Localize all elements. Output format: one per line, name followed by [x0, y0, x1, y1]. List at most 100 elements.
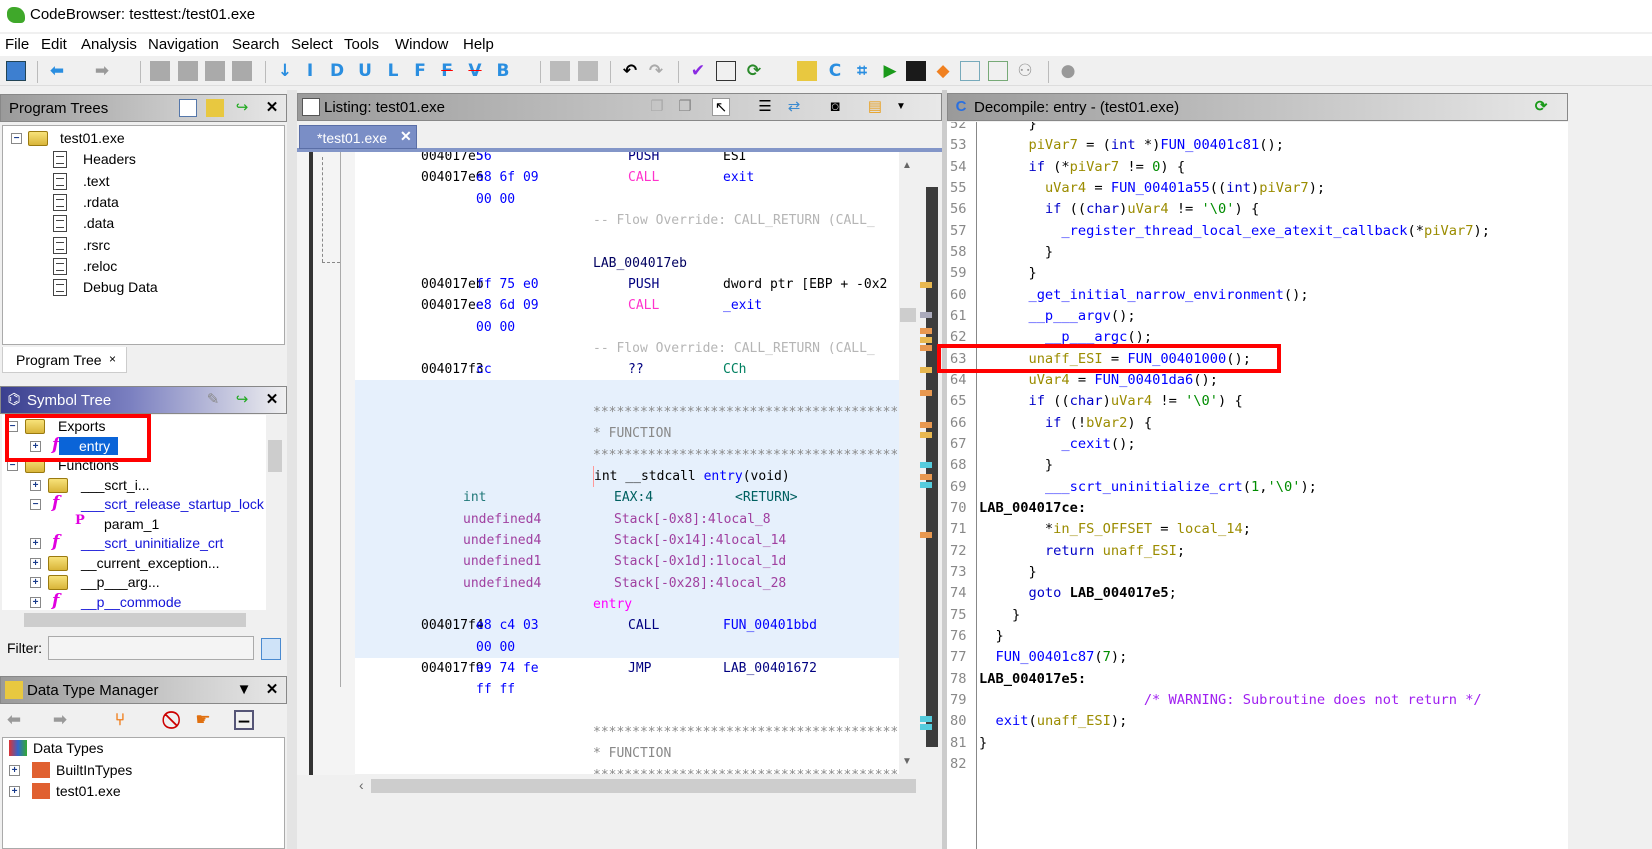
refresh-icon[interactable]: ⟳: [1532, 98, 1550, 116]
cursor-select-icon[interactable]: ↖: [712, 98, 730, 116]
forward-arrow-icon[interactable]: ➡: [50, 710, 70, 730]
decompile-icon[interactable]: C: [825, 61, 845, 81]
symbol-tree-item[interactable]: ___scrt_uninitialize_crt: [81, 534, 223, 552]
menu-navigation[interactable]: Navigation: [148, 36, 219, 53]
collapse-all-icon[interactable]: −: [234, 710, 254, 732]
back-arrow-icon[interactable]: ⬅: [47, 61, 67, 81]
network-icon[interactable]: ⚇: [1015, 61, 1035, 81]
code-line[interactable]: 60 _get_initial_narrow_environment();: [947, 285, 1567, 306]
operand[interactable]: _exit: [723, 295, 762, 316]
format-icon[interactable]: ▤: [866, 98, 884, 116]
navigate-icon[interactable]: ↪: [233, 391, 251, 409]
listing-row[interactable]: LAB_004017eb: [355, 253, 899, 274]
expand-icon[interactable]: +: [9, 786, 20, 797]
run-script-icon[interactable]: ▶: [880, 61, 900, 81]
check-icon[interactable]: ✔: [688, 61, 708, 81]
symbol-tree-item[interactable]: param_1: [104, 515, 159, 533]
listing-vscrollbar[interactable]: ▲ ▼: [899, 152, 917, 775]
code-line[interactable]: 72 return unaff_ESI;: [947, 541, 1567, 562]
tree-item[interactable]: .text: [83, 172, 109, 190]
menu-analysis[interactable]: Analysis: [81, 36, 137, 53]
next-instruction-icon[interactable]: I: [300, 61, 320, 81]
listing-row[interactable]: * FUNCTION: [355, 423, 899, 444]
operand[interactable]: FUN_00401bbd: [723, 615, 817, 636]
code-line[interactable]: 81}: [947, 733, 1567, 754]
paste-icon[interactable]: ❐: [676, 98, 694, 116]
paste-icon[interactable]: [578, 61, 598, 81]
listing-row[interactable]: -- Flow Override: CALL_RETURN (CALL_: [355, 338, 899, 359]
listing-row[interactable]: 004017f9 e9 74 fe JMP LAB_00401672: [355, 658, 899, 679]
listing-row[interactable]: * FUNCTION: [355, 743, 899, 764]
cut-icon[interactable]: [550, 61, 570, 81]
code-line[interactable]: 74 goto LAB_004017e5;: [947, 583, 1567, 604]
code-line[interactable]: 59 }: [947, 263, 1567, 284]
expand-icon[interactable]: +: [9, 764, 20, 776]
open-folder-icon[interactable]: [206, 99, 224, 117]
listing-row[interactable]: ****************************************…: [355, 445, 899, 466]
listing-row[interactable]: undefined4 Stack[-0x8]:4 local_8: [355, 509, 899, 530]
symbol-tree-item[interactable]: __p___arg...: [81, 573, 160, 591]
code-line[interactable]: 69 ___scrt_uninitialize_crt(1,'\0');: [947, 477, 1567, 498]
tree-item[interactable]: .data: [83, 214, 114, 232]
symbol-tree-hscrollbar[interactable]: [2, 610, 284, 630]
undo-icon[interactable]: ↶: [620, 61, 640, 81]
menu-tools[interactable]: Tools: [344, 36, 379, 53]
listing-row[interactable]: 004017eb ff 75 e0 PUSH dword ptr [EBP + -0x…: [355, 274, 899, 295]
copy-icon[interactable]: ❐: [648, 98, 666, 116]
bytes-icon[interactable]: [716, 61, 736, 81]
tree-item[interactable]: test01.exe: [60, 129, 125, 147]
next-bookmark-icon[interactable]: B: [493, 61, 513, 81]
listing-row[interactable]: [355, 701, 899, 722]
code-line[interactable]: 55 uVar4 = FUN_00401a55((int)piVar7);: [947, 178, 1567, 199]
next-function-icon[interactable]: [178, 61, 198, 81]
code-line[interactable]: 53 piVar7 = (int *)FUN_00401c81();: [947, 135, 1567, 156]
collapse-icon[interactable]: −: [30, 499, 41, 510]
listing-row[interactable]: 00 00: [355, 637, 899, 658]
listing-row[interactable]: int __stdcall entry(void): [355, 465, 899, 487]
filter-input[interactable]: [48, 636, 254, 660]
menu-select[interactable]: Select: [291, 36, 333, 53]
code-line[interactable]: 61 __p___argv();: [947, 306, 1567, 327]
menu-help[interactable]: Help: [463, 36, 494, 53]
code-line[interactable]: 77 FUN_00401c87(7);: [947, 647, 1567, 668]
terminal-icon[interactable]: [906, 61, 926, 81]
code-line[interactable]: 82: [947, 754, 1567, 775]
operand[interactable]: ESI: [723, 152, 746, 167]
code-line[interactable]: 80 exit(unaff_ESI);: [947, 711, 1567, 732]
menu-search[interactable]: Search: [232, 36, 280, 53]
menu-file[interactable]: File: [5, 36, 29, 53]
tab-program-tree[interactable]: Program Tree ×: [2, 347, 127, 373]
edit-icon[interactable]: ✎: [204, 391, 222, 409]
listing-row[interactable]: -- Flow Override: CALL_RETURN (CALL_: [355, 210, 899, 231]
new-tree-icon[interactable]: [179, 99, 197, 117]
listing-row[interactable]: 004017e6 e8 6f 09 CALL exit: [355, 167, 899, 188]
listing-row[interactable]: 004017ee e8 6d 09 CALL _exit: [355, 295, 899, 316]
menu-edit[interactable]: Edit: [41, 36, 67, 53]
listing-row[interactable]: [355, 231, 899, 252]
next-value-icon[interactable]: V: [465, 61, 485, 81]
next-down-icon[interactable]: ↓: [275, 61, 295, 81]
refresh-icon[interactable]: ⟳: [744, 61, 764, 81]
save-icon[interactable]: [6, 61, 26, 81]
listing-row[interactable]: int EAX:4 <RETURN>: [355, 487, 899, 508]
listing-row[interactable]: [355, 381, 899, 402]
tree-item[interactable]: .reloc: [83, 257, 117, 275]
listing-view[interactable]: 004017e5 56 PUSH ESI 004017e6 e8 6f 09 CALL exi…: [355, 152, 899, 774]
code-line[interactable]: 66 if (!bVar2) {: [947, 413, 1567, 434]
listing-row[interactable]: 00 00: [355, 189, 899, 210]
diff-icon[interactable]: ⇄: [785, 98, 803, 116]
code-line[interactable]: 76 }: [947, 626, 1567, 647]
listing-row[interactable]: 00 00: [355, 317, 899, 338]
code-line[interactable]: 56 if ((char)uVar4 != '\0') {: [947, 199, 1567, 220]
collapse-icon[interactable]: −: [11, 133, 22, 144]
field-edit-icon[interactable]: ☰: [756, 98, 774, 116]
symbol-tree-item[interactable]: ___scrt_release_startup_lock: [81, 495, 264, 513]
prev-function-icon[interactable]: [150, 61, 170, 81]
next-non-function-icon[interactable]: F: [437, 61, 457, 81]
listing-row[interactable]: ff ff: [355, 679, 899, 700]
expand-icon[interactable]: +: [30, 596, 41, 608]
data-type-item[interactable]: Data Types: [33, 739, 104, 757]
menu-window[interactable]: Window: [395, 36, 448, 53]
listing-row[interactable]: ****************************************…: [355, 402, 899, 423]
symbol-tree-item[interactable]: __p__commode: [81, 593, 181, 611]
